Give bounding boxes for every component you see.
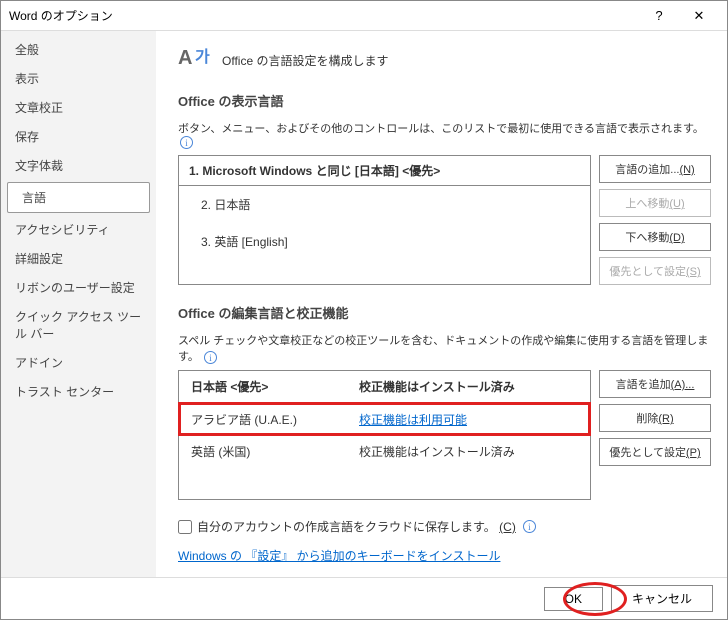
table-row-head[interactable]: 日本語 <優先> 校正機能はインストール済み <box>179 371 590 403</box>
content-pane: A가 Office の言語設定を構成します Office の表示言語 ボタン、メ… <box>156 31 727 577</box>
page-title: Office の言語設定を構成します <box>222 52 388 69</box>
move-up-button: 上へ移動(U) <box>599 189 711 217</box>
dialog-body: 全般 表示 文章校正 保存 文字体裁 言語 アクセシビリティ 詳細設定 リボンの… <box>1 31 727 577</box>
info-icon[interactable]: i <box>204 351 217 364</box>
keyboard-install-line: Windows の 『設定』 から追加のキーボードをインストール <box>178 547 711 564</box>
sidebar-item-ribbon[interactable]: リボンのユーザー設定 <box>1 273 156 302</box>
dialog-footer: OK キャンセル <box>1 577 727 619</box>
sidebar-item-typography[interactable]: 文字体裁 <box>1 151 156 180</box>
sidebar-item-qat[interactable]: クイック アクセス ツール バー <box>1 302 156 348</box>
edit-lang-table[interactable]: 日本語 <優先> 校正機能はインストール済み アラビア語 (U.A.E.) 校正… <box>178 370 591 500</box>
table-head-lang: 日本語 <優先> <box>179 378 359 395</box>
cloud-save-label: 自分のアカウントの作成言語をクラウドに保存します。 (C) <box>197 518 516 535</box>
table-row-empty <box>179 467 590 499</box>
sidebar-item-display[interactable]: 表示 <box>1 64 156 93</box>
sidebar-item-trust[interactable]: トラスト センター <box>1 377 156 406</box>
info-icon[interactable]: i <box>180 136 193 149</box>
display-lang-row: 1. Microsoft Windows と同じ [日本語] <優先> 2. 日… <box>178 155 711 285</box>
cell-lang: 英語 (米国) <box>179 443 359 460</box>
table-row-english[interactable]: 英語 (米国) 校正機能はインストール済み <box>179 435 590 467</box>
sidebar-item-advanced[interactable]: 詳細設定 <box>1 244 156 273</box>
page-header: A가 Office の言語設定を構成します <box>178 43 711 77</box>
table-row-arabic[interactable]: アラビア語 (U.A.E.) 校正機能は利用可能 <box>179 403 590 435</box>
move-down-button[interactable]: 下へ移動(D) <box>599 223 711 251</box>
display-lang-buttons: 言語の追加...(N) 上へ移動(U) 下へ移動(D) 優先として設定(S) <box>599 155 711 285</box>
edit-lang-row: 日本語 <優先> 校正機能はインストール済み アラビア語 (U.A.E.) 校正… <box>178 370 711 500</box>
help-button[interactable]: ? <box>639 2 679 30</box>
display-lang-list[interactable]: 1. Microsoft Windows と同じ [日本語] <優先> 2. 日… <box>178 155 591 285</box>
remove-edit-lang-button[interactable]: 削除(R) <box>599 404 711 432</box>
sidebar-item-accessibility[interactable]: アクセシビリティ <box>1 215 156 244</box>
window-title: Word のオプション <box>9 7 639 24</box>
display-lang-heading: Office の表示言語 <box>178 91 711 110</box>
cell-proof: 校正機能はインストール済み <box>359 443 590 460</box>
options-dialog: Word のオプション ? ✕ 全般 表示 文章校正 保存 文字体裁 言語 アク… <box>0 0 728 620</box>
info-icon[interactable]: i <box>523 520 536 533</box>
sidebar: 全般 表示 文章校正 保存 文字体裁 言語 アクセシビリティ 詳細設定 リボンの… <box>1 31 156 577</box>
sidebar-item-save[interactable]: 保存 <box>1 122 156 151</box>
add-edit-lang-button[interactable]: 言語を追加(A)... <box>599 370 711 398</box>
sidebar-item-proofing[interactable]: 文章校正 <box>1 93 156 122</box>
cloud-save-row: 自分のアカウントの作成言語をクラウドに保存します。 (C) i <box>178 518 711 535</box>
set-preferred-display-button: 優先として設定(S) <box>599 257 711 285</box>
edit-lang-desc: スペル チェックや文章校正などの校正ツールを含む、ドキュメントの作成や編集に使用… <box>178 332 711 364</box>
titlebar: Word のオプション ? ✕ <box>1 1 727 31</box>
cancel-button[interactable]: キャンセル <box>611 585 713 612</box>
table-head-proof: 校正機能はインストール済み <box>359 378 590 395</box>
display-lang-item-3[interactable]: 3. 英語 [English] <box>179 223 590 260</box>
add-display-lang-button[interactable]: 言語の追加...(N) <box>599 155 711 183</box>
cell-lang: アラビア語 (U.A.E.) <box>179 411 359 428</box>
edit-lang-buttons: 言語を追加(A)... 削除(R) 優先として設定(P) <box>599 370 711 500</box>
sidebar-item-addins[interactable]: アドイン <box>1 348 156 377</box>
display-lang-desc: ボタン、メニュー、およびその他のコントロールは、このリストで最初に使用できる言語… <box>178 120 711 149</box>
install-keyboard-link[interactable]: Windows の 『設定』 から追加のキーボードをインストール <box>178 549 500 563</box>
edit-lang-heading: Office の編集言語と校正機能 <box>178 303 711 322</box>
close-button[interactable]: ✕ <box>679 2 719 30</box>
sidebar-item-language[interactable]: 言語 <box>7 182 150 213</box>
display-lang-item-1[interactable]: 1. Microsoft Windows と同じ [日本語] <優先> <box>179 156 590 186</box>
set-preferred-edit-button[interactable]: 優先として設定(P) <box>599 438 711 466</box>
display-lang-item-2[interactable]: 2. 日本語 <box>179 186 590 223</box>
sidebar-item-general[interactable]: 全般 <box>1 35 156 64</box>
language-icon: A가 <box>178 43 212 77</box>
proofing-available-link[interactable]: 校正機能は利用可能 <box>359 413 467 427</box>
cloud-save-checkbox[interactable] <box>178 520 192 534</box>
ok-button[interactable]: OK <box>544 587 603 611</box>
